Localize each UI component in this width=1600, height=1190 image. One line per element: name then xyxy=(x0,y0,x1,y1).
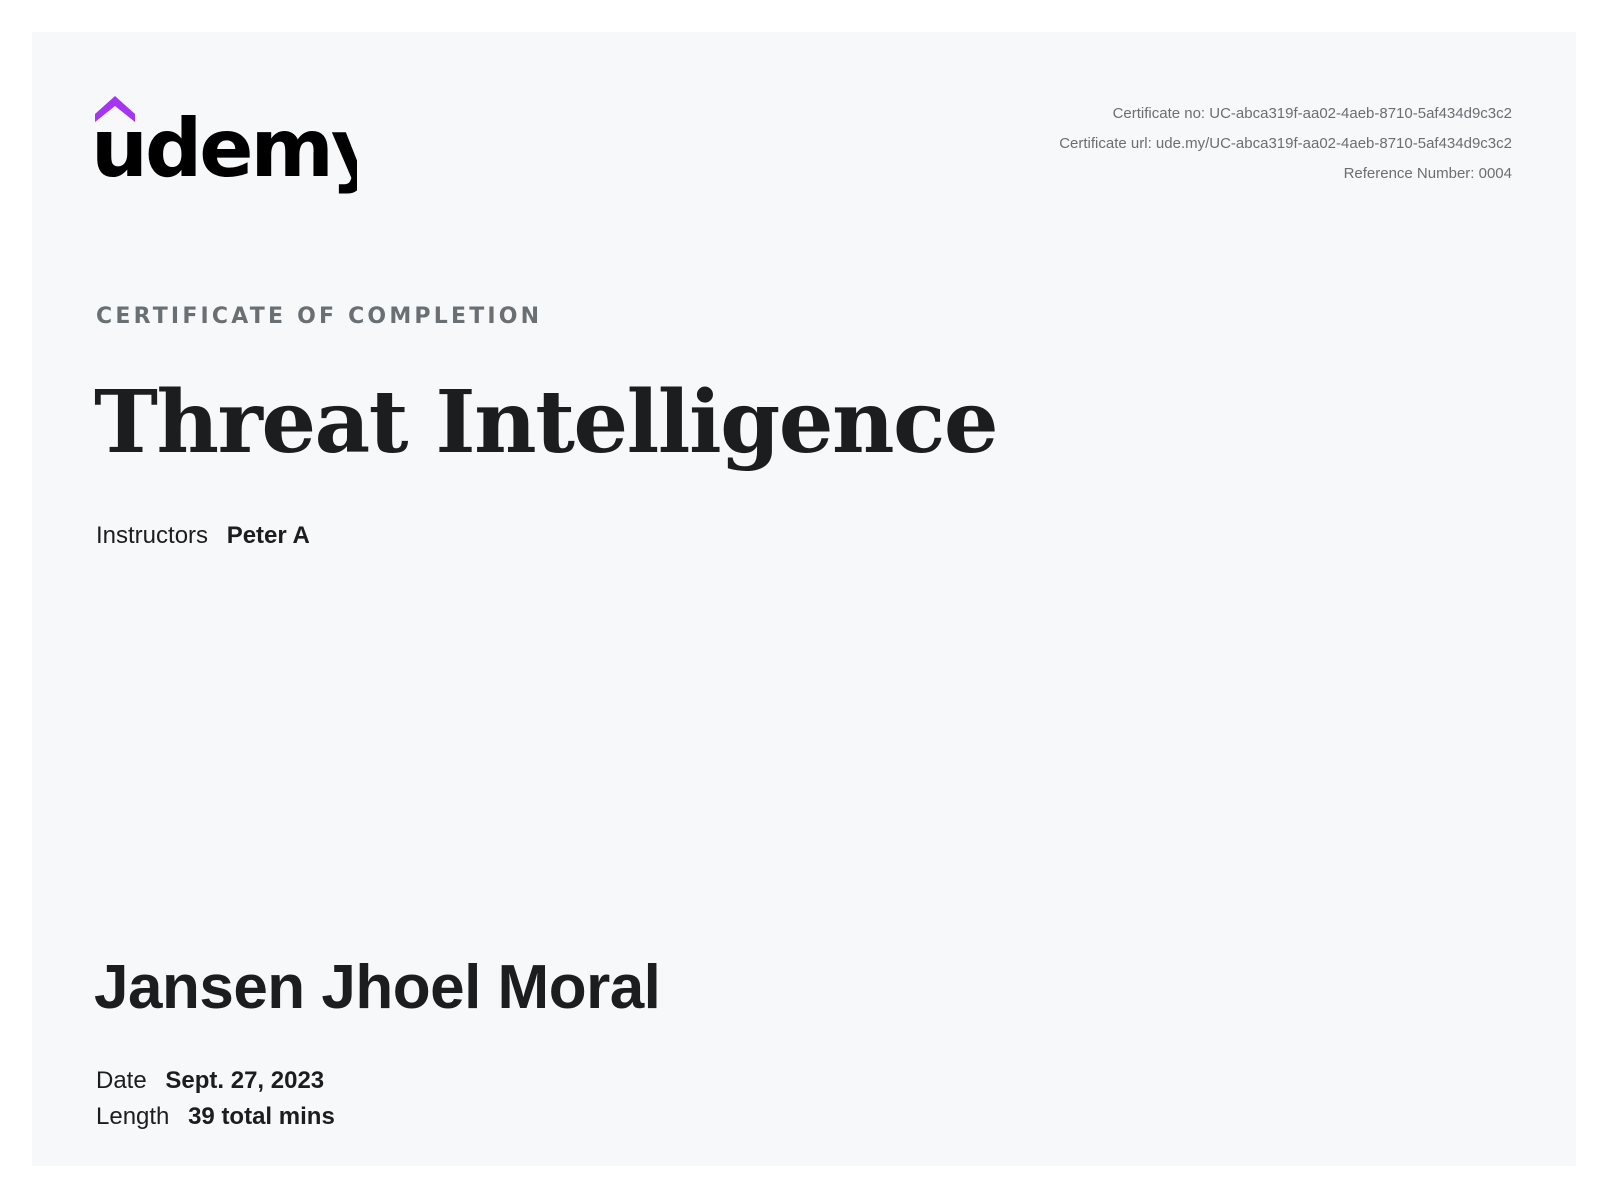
date-value: Sept. 27, 2023 xyxy=(165,1067,325,1094)
date-line: Date Sept. 27, 2023 xyxy=(96,1067,324,1095)
certificate-url: Certificate url: ude.my/UC-abca319f-aa02… xyxy=(1059,135,1512,152)
length-value: 39 total mins xyxy=(188,1103,335,1130)
instructors-line: Instructors Peter A xyxy=(96,522,310,550)
recipient-name: Jansen Jhoel Moral xyxy=(94,953,661,1022)
instructors-label: Instructors xyxy=(96,522,209,549)
certificate-number: Certificate no: UC-abca319f-aa02-4aeb-87… xyxy=(1112,105,1512,122)
course-title: Threat Intelligence xyxy=(94,372,999,473)
date-label: Date xyxy=(96,1067,147,1094)
length-label: Length xyxy=(96,1103,170,1130)
length-line: Length 39 total mins xyxy=(96,1103,335,1131)
udemy-logo: udemy xyxy=(95,94,357,198)
certificate-meta: Certificate no: UC-abca319f-aa02-4aeb-87… xyxy=(1059,99,1512,189)
instructors-value: Peter A xyxy=(226,522,310,549)
certificate-heading: CERTIFICATE OF COMPLETION xyxy=(96,304,543,329)
reference-number: Reference Number: 0004 xyxy=(1343,165,1512,182)
logo-wordmark: udemy xyxy=(95,102,357,195)
certificate-card: udemy Certificate no: UC-abca319f-aa02-4… xyxy=(32,32,1576,1166)
